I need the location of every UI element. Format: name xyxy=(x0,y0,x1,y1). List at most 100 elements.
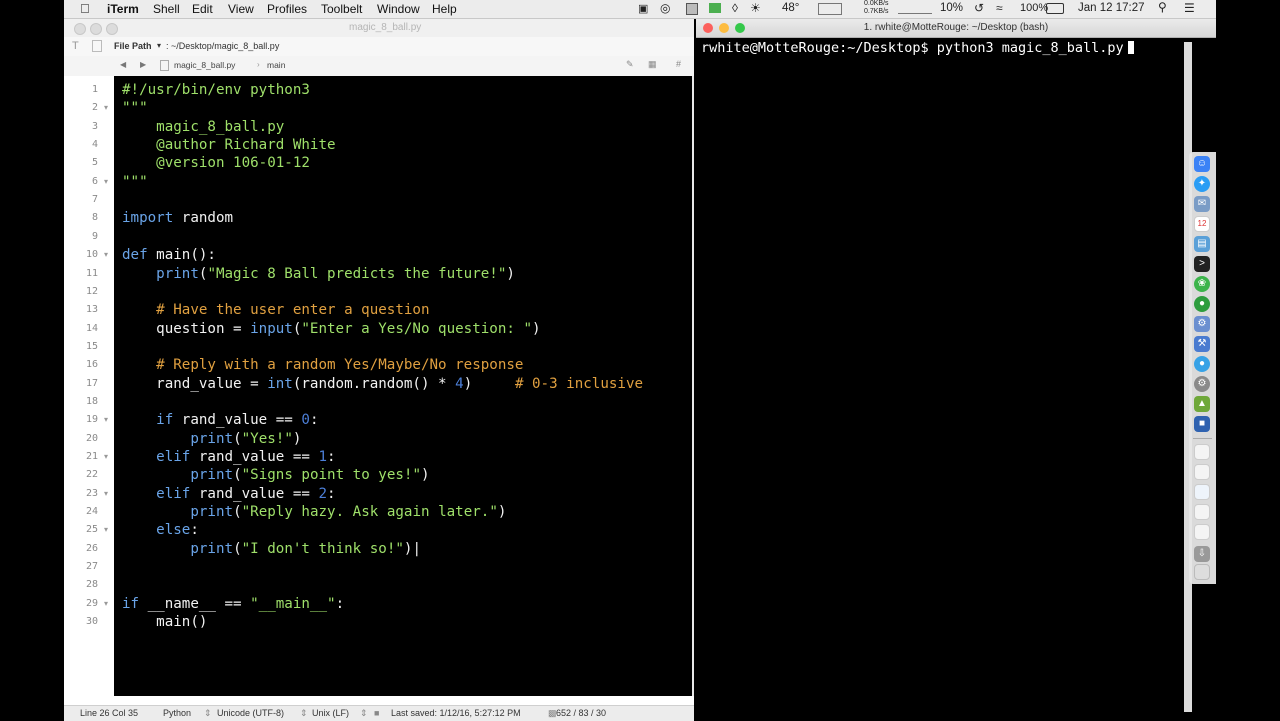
fold-arrow-icon[interactable]: ▾ xyxy=(104,452,108,461)
terminal-minimize-button[interactable] xyxy=(719,23,729,33)
preview-icon[interactable]: ▤ xyxy=(1194,236,1210,252)
editor-titlebar: magic_8_ball.py xyxy=(64,19,694,37)
fold-arrow-icon[interactable]: ▾ xyxy=(104,525,108,534)
fold-arrow-icon[interactable]: ▾ xyxy=(104,177,108,186)
document-stack-icon[interactable] xyxy=(1194,444,1210,460)
search-icon[interactable]: ⚲ xyxy=(1158,0,1167,14)
menu-edit[interactable]: Edit xyxy=(192,2,213,16)
line-number: 24 xyxy=(85,506,98,518)
fold-arrow-icon[interactable]: ▾ xyxy=(104,250,108,259)
file-path-label: File Path xyxy=(114,41,152,51)
document-stack-icon[interactable] xyxy=(1194,524,1210,540)
editor-minimize-button[interactable] xyxy=(90,23,102,35)
language-selector[interactable]: Python xyxy=(163,708,191,718)
code-line: # Reply with a random Yes/Maybe/No respo… xyxy=(156,357,524,374)
green-app-icon[interactable]: ● xyxy=(1194,296,1210,312)
utility-app-icon[interactable]: ▲ xyxy=(1194,396,1210,412)
safari-icon[interactable]: ✦ xyxy=(1194,176,1210,192)
line-number: 17 xyxy=(85,377,98,389)
net-graph xyxy=(898,3,932,14)
line-number: 30 xyxy=(85,616,98,628)
menu-profiles[interactable]: Profiles xyxy=(267,2,307,16)
menu-window[interactable]: Window xyxy=(377,2,420,16)
terminal-icon[interactable]: > xyxy=(1194,256,1210,272)
chevron-down-icon[interactable]: ▾ xyxy=(157,41,161,50)
code-area[interactable]: #!/usr/bin/env python3 """ magic_8_ball.p… xyxy=(114,76,692,696)
terminal-close-button[interactable] xyxy=(703,23,713,33)
menu-help[interactable]: Help xyxy=(432,2,457,16)
system-app-icon[interactable]: ⚙ xyxy=(1194,316,1210,332)
wifi-icon[interactable]: ≈ xyxy=(996,1,1003,15)
fold-arrow-icon[interactable]: ▾ xyxy=(104,489,108,498)
cursor-position-text[interactable]: Line 26 Col 35 xyxy=(80,708,138,718)
line-number: 25 xyxy=(85,524,98,536)
downloads-stack-icon[interactable]: ⇩ xyxy=(1194,546,1210,562)
messages-icon[interactable]: ● xyxy=(1194,356,1210,372)
text-tool-icon[interactable]: T xyxy=(72,40,79,52)
line-number: 1 xyxy=(91,84,98,95)
menu-shell[interactable]: Shell xyxy=(153,2,180,16)
line-number: 21 xyxy=(85,451,98,462)
terminal-zoom-button[interactable] xyxy=(735,23,745,33)
line-number: 15 xyxy=(85,340,98,352)
editor-window: magic_8_ball.py T File Path ▾ : ~/Deskto… xyxy=(64,19,694,721)
dock-separator xyxy=(1193,438,1212,439)
editor-scrollbar[interactable] xyxy=(692,76,694,696)
document-stack-icon[interactable] xyxy=(1194,464,1210,480)
drop-icon[interactable]: ◊ xyxy=(732,1,738,15)
document-stack-icon[interactable] xyxy=(1194,504,1210,520)
code-line: main() xyxy=(122,614,208,631)
code-line: @author Richard White xyxy=(122,137,336,154)
line-endings-selector[interactable]: Unix (LF) xyxy=(312,708,349,718)
screen-record-icon[interactable]: ▣ xyxy=(638,2,648,15)
encoding-selector[interactable]: Unicode (UTF-8) xyxy=(217,708,284,718)
code-line: if rand_value == 0: xyxy=(156,412,319,429)
battery-icon[interactable] xyxy=(1046,3,1064,14)
hash-icon[interactable]: # xyxy=(676,59,681,69)
app-store-icon[interactable]: ■ xyxy=(1194,416,1210,432)
editor-close-button[interactable] xyxy=(74,23,86,35)
menu-list-icon[interactable]: ☰ xyxy=(1184,1,1195,15)
fold-arrow-icon[interactable]: ▾ xyxy=(104,599,108,608)
pencil-icon[interactable]: ✎ xyxy=(626,59,634,70)
code-line: #!/usr/bin/env python3 xyxy=(122,82,310,98)
trash-icon[interactable] xyxy=(1194,564,1210,580)
editor-navbar: ◀ ▶ magic_8_ball.py › main ✎ ▦ # xyxy=(64,56,694,77)
xcode-icon[interactable]: ⚒ xyxy=(1194,336,1210,352)
nav-file-name[interactable]: magic_8_ball.py xyxy=(174,60,235,70)
time-machine-icon[interactable]: ↺ xyxy=(974,1,984,15)
line-number: 11 xyxy=(85,267,98,279)
mail-icon[interactable]: ✉ xyxy=(1194,196,1210,212)
nav-separator: › xyxy=(257,60,260,69)
fold-arrow-icon[interactable]: ▾ xyxy=(104,103,108,112)
menu-toolbelt[interactable]: Toolbelt xyxy=(321,2,362,16)
line-number: 2 xyxy=(91,102,98,114)
finder-icon[interactable]: ☺ xyxy=(1194,156,1210,172)
document-stack-icon[interactable] xyxy=(1194,484,1210,500)
back-arrow-icon[interactable]: ◀ xyxy=(120,60,126,69)
terminal-cursor xyxy=(1127,41,1134,54)
apple-icon[interactable]:  xyxy=(80,1,90,16)
editor-zoom-button[interactable] xyxy=(106,23,118,35)
net-down-text: 0.0KB/s xyxy=(864,0,889,7)
nav-function-name[interactable]: main xyxy=(267,60,285,70)
menu-app-name[interactable]: iTerm xyxy=(107,2,139,16)
weather-icon[interactable]: ☀ xyxy=(750,1,761,15)
fold-arrow-icon[interactable]: ▾ xyxy=(104,415,108,424)
layout-icon[interactable]: ▦ xyxy=(648,59,657,70)
line-number: 22 xyxy=(85,469,98,481)
system-preferences-icon[interactable]: ⚙ xyxy=(1194,376,1210,392)
leaf-app-icon[interactable]: ❀ xyxy=(1194,276,1210,292)
sync-icon[interactable]: ◎ xyxy=(660,1,670,15)
document-icon[interactable] xyxy=(92,40,102,52)
menu-view[interactable]: View xyxy=(228,2,254,16)
calendar-icon[interactable]: 12 xyxy=(1194,216,1210,232)
line-number: 9 xyxy=(91,230,98,242)
forward-arrow-icon[interactable]: ▶ xyxy=(140,60,146,69)
line-number: 29 xyxy=(85,597,98,609)
line-number: 12 xyxy=(85,285,98,297)
terminal-output[interactable]: rwhite@MotteRouge:~/Desktop$ python3 mag… xyxy=(701,40,1134,56)
clock-text[interactable]: Jan 12 17:27 xyxy=(1078,2,1145,14)
app-status-icon[interactable] xyxy=(686,3,698,15)
battery-app-icon[interactable] xyxy=(709,3,721,13)
